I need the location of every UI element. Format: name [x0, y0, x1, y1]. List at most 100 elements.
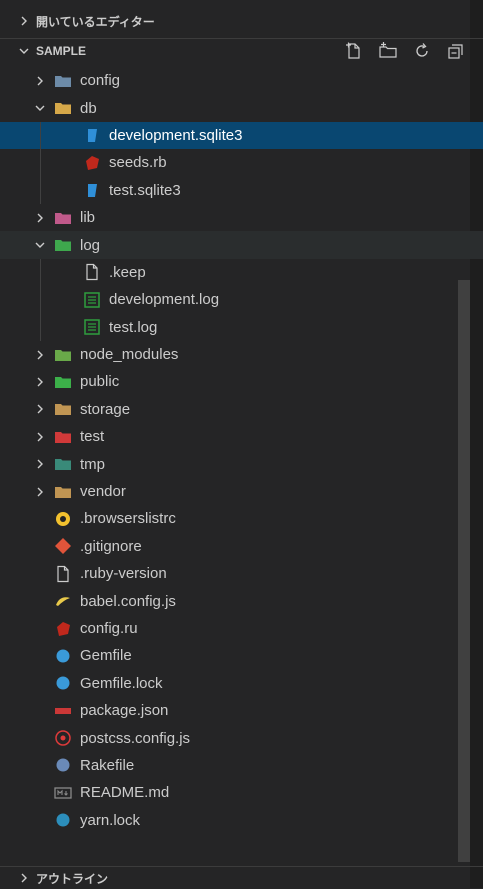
markdown-icon	[54, 784, 72, 802]
db-folder-icon	[54, 99, 72, 117]
node-folder-icon	[54, 346, 72, 364]
tree-folder[interactable]: storage	[0, 396, 483, 423]
tree-file[interactable]: seeds.rb	[0, 149, 483, 176]
chevron-right-icon[interactable]	[34, 486, 46, 498]
tree-item-label: config	[80, 72, 121, 90]
chevron-right-icon[interactable]	[34, 75, 46, 87]
new-folder-icon[interactable]	[377, 41, 399, 61]
yarn-icon	[54, 811, 72, 829]
lib-folder-icon	[54, 209, 72, 227]
tree-file[interactable]: test.log	[0, 314, 483, 341]
npm-icon	[54, 702, 72, 720]
test-folder-icon	[54, 428, 72, 446]
tree-file[interactable]: Gemfile.lock	[0, 670, 483, 697]
indent-guide	[40, 258, 41, 341]
tree-file[interactable]: package.json	[0, 697, 483, 724]
open-editors-header[interactable]: 開いているエディター	[0, 10, 483, 32]
tree-item-label: storage	[80, 400, 131, 418]
sqlite-icon	[83, 126, 101, 144]
chevron-right-icon[interactable]	[34, 349, 46, 361]
tree-file[interactable]: README.md	[0, 779, 483, 806]
open-editors-title: 開いているエディター	[36, 14, 155, 29]
scrollbar-thumb[interactable]	[458, 280, 470, 862]
refresh-icon[interactable]	[411, 41, 433, 61]
explorer-toolbar	[343, 39, 467, 63]
tree-item-label: public	[80, 373, 120, 391]
tree-item-label: postcss.config.js	[80, 729, 191, 747]
tree-item-label: .keep	[109, 263, 146, 281]
tree-folder[interactable]: vendor	[0, 478, 483, 505]
chevron-right-icon[interactable]	[34, 376, 46, 388]
tree-file[interactable]: babel.config.js	[0, 587, 483, 614]
tmp-folder-icon	[54, 455, 72, 473]
new-file-icon[interactable]	[343, 41, 365, 61]
tree-file[interactable]: postcss.config.js	[0, 724, 483, 751]
tree-item-label: development.log	[109, 291, 220, 309]
tree-file[interactable]: .ruby-version	[0, 560, 483, 587]
chevron-right-icon[interactable]	[34, 212, 46, 224]
tree-folder[interactable]: node_modules	[0, 341, 483, 368]
tree-item-label: test	[80, 428, 105, 446]
chevron-right-icon[interactable]	[34, 431, 46, 443]
tree-item-label: yarn.lock	[80, 811, 141, 829]
tree-folder[interactable]: log	[0, 231, 483, 259]
indent-guide	[40, 121, 41, 204]
tree-file[interactable]: development.sqlite3	[0, 121, 483, 150]
tree-item-label: development.sqlite3	[109, 126, 243, 144]
tree-file[interactable]: .gitignore	[0, 533, 483, 560]
collapse-all-icon[interactable]	[445, 41, 467, 61]
tree-item-label: .browserslistrc	[80, 510, 176, 528]
tree-file[interactable]: Gemfile	[0, 642, 483, 669]
folder-icon	[54, 483, 72, 501]
tree-item-label: tmp	[80, 455, 106, 473]
tree-item-label: config.ru	[80, 620, 138, 637]
tree-item-label: README.md	[80, 784, 170, 802]
tree-file[interactable]: Rakefile	[0, 752, 483, 779]
browserslist-icon	[54, 510, 72, 528]
tree-item-label: db	[80, 99, 97, 117]
sqlite-icon	[83, 181, 101, 199]
chevron-right-icon	[21, 873, 27, 883]
tree-file[interactable]: yarn.lock	[0, 807, 483, 834]
log-file-icon	[83, 318, 101, 336]
tree-folder[interactable]: lib	[0, 204, 483, 231]
log-file-icon	[83, 291, 101, 309]
file-icon	[83, 263, 101, 281]
ruby-icon	[54, 620, 72, 638]
tree-item-label: vendor	[80, 483, 126, 501]
chevron-down-icon	[19, 48, 29, 54]
explorer-header[interactable]: SAMPLE	[0, 38, 483, 63]
tree-folder[interactable]: test	[0, 423, 483, 450]
chevron-down-icon[interactable]	[34, 102, 46, 114]
tree-item-label: .gitignore	[80, 537, 142, 555]
chevron-down-icon[interactable]	[34, 239, 46, 251]
tree-file[interactable]: .keep	[0, 259, 483, 286]
git-icon	[54, 537, 72, 555]
tree-file[interactable]: development.log	[0, 286, 483, 313]
explorer-title: SAMPLE	[36, 44, 87, 58]
file-tree: config db development.sqlite3 seeds.rb test.…	[0, 67, 483, 834]
tree-item-label: seeds.rb	[109, 154, 167, 172]
chevron-right-icon[interactable]	[34, 458, 46, 470]
postcss-icon	[54, 729, 72, 747]
outline-header[interactable]: アウトライン	[0, 866, 483, 889]
chevron-right-icon[interactable]	[34, 403, 46, 415]
tree-item-label: babel.config.js	[80, 592, 176, 610]
tree-folder[interactable]: tmp	[0, 450, 483, 477]
tree-file[interactable]: test.sqlite3	[0, 177, 483, 204]
tree-item-label: .ruby-version	[80, 565, 167, 583]
chevron-right-icon	[21, 16, 27, 26]
tree-folder[interactable]: public	[0, 368, 483, 395]
tree-item-label: Rakefile	[80, 756, 135, 774]
tree-folder[interactable]: db	[0, 94, 483, 121]
tree-file[interactable]: .browserslistrc	[0, 505, 483, 532]
tree-item-label: Gemfile	[80, 647, 132, 665]
tree-file[interactable]: config.ru	[0, 615, 483, 642]
tree-item-label: test.log	[109, 318, 158, 336]
tree-folder[interactable]: config	[0, 67, 483, 94]
rake-icon	[54, 756, 72, 774]
babel-icon	[54, 592, 72, 610]
tree-item-label: test.sqlite3	[109, 181, 181, 199]
public-folder-icon	[54, 373, 72, 391]
tree-item-label: node_modules	[80, 346, 179, 364]
